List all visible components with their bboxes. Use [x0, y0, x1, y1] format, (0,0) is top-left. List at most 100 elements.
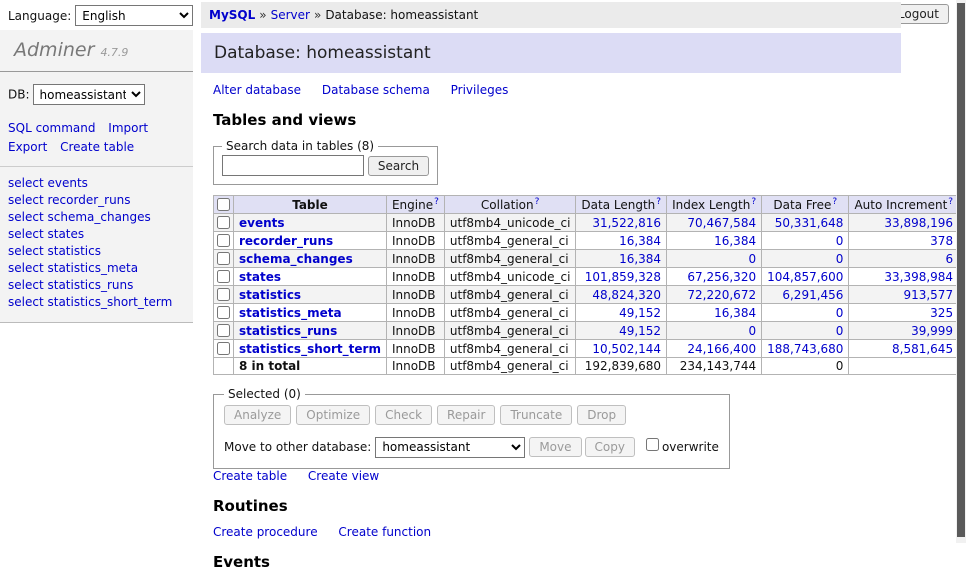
index-length-link[interactable]: 16,384: [714, 234, 756, 248]
create-procedure-link[interactable]: Create procedure: [213, 525, 318, 539]
row-checkbox[interactable]: [217, 342, 230, 355]
row-checkbox[interactable]: [217, 270, 230, 283]
move-button[interactable]: [529, 437, 581, 457]
select-all-checkbox[interactable]: [217, 198, 230, 211]
auto-increment-link[interactable]: 325: [930, 306, 953, 320]
table-name-link[interactable]: statistics_short_term: [239, 342, 381, 356]
select-table-link[interactable]: select: [8, 210, 44, 224]
create-view-link[interactable]: Create view: [308, 469, 379, 483]
sidebar-table-name-link[interactable]: statistics_short_term: [47, 295, 172, 309]
scrollbar-thumb[interactable]: [957, 3, 965, 537]
data-free-link[interactable]: 0: [836, 324, 844, 338]
data-length-link[interactable]: 101,859,328: [585, 270, 661, 284]
auto-increment-link[interactable]: 33,398,984: [884, 270, 953, 284]
column-help-link[interactable]: ?: [535, 197, 540, 207]
analyze-button[interactable]: [224, 405, 291, 425]
data-free-link[interactable]: 104,857,600: [767, 270, 843, 284]
data-free-link[interactable]: 0: [836, 234, 844, 248]
row-checkbox[interactable]: [217, 288, 230, 301]
index-length-link[interactable]: 0: [748, 252, 756, 266]
auto-increment-link[interactable]: 33,898,196: [884, 216, 953, 230]
sidebar-create-table-link[interactable]: Create table: [60, 140, 134, 154]
alter-database-link[interactable]: Alter database: [213, 83, 301, 97]
data-length-link[interactable]: 16,384: [619, 252, 661, 266]
table-name-link[interactable]: events: [239, 216, 285, 230]
row-checkbox[interactable]: [217, 234, 230, 247]
create-function-link[interactable]: Create function: [338, 525, 431, 539]
auto-increment-link[interactable]: 378: [930, 234, 953, 248]
check-button[interactable]: [375, 405, 432, 425]
breadcrumb-mysql-link[interactable]: MySQL: [209, 8, 255, 22]
row-checkbox[interactable]: [217, 324, 230, 337]
column-help-link[interactable]: ?: [832, 197, 837, 207]
index-length-link[interactable]: 0: [748, 324, 756, 338]
index-length-link[interactable]: 67,256,320: [687, 270, 756, 284]
column-help-link[interactable]: ?: [751, 197, 756, 207]
sidebar-table-name-link[interactable]: states: [47, 227, 84, 241]
db-select[interactable]: homeassistant: [33, 84, 145, 105]
data-length-link[interactable]: 31,522,816: [592, 216, 661, 230]
sidebar-table-name-link[interactable]: events: [47, 176, 87, 190]
index-length-link[interactable]: 72,220,672: [687, 288, 756, 302]
data-length-link[interactable]: 49,152: [619, 324, 661, 338]
data-length-link[interactable]: 48,824,320: [592, 288, 661, 302]
table-name-link[interactable]: statistics_runs: [239, 324, 337, 338]
breadcrumb-server-link[interactable]: Server: [271, 8, 310, 22]
column-help-link[interactable]: ?: [434, 197, 439, 207]
privileges-link[interactable]: Privileges: [451, 83, 509, 97]
select-table-link[interactable]: select: [8, 295, 44, 309]
search-button[interactable]: [368, 156, 429, 176]
table-name-link[interactable]: recorder_runs: [239, 234, 333, 248]
export-link[interactable]: Export: [8, 140, 47, 154]
overwrite-checkbox[interactable]: [646, 438, 659, 451]
table-name-link[interactable]: states: [239, 270, 281, 284]
auto-increment-link[interactable]: 8,581,645: [892, 342, 953, 356]
sidebar-table-name-link[interactable]: schema_changes: [47, 210, 150, 224]
select-table-link[interactable]: select: [8, 176, 44, 190]
table-name-link[interactable]: schema_changes: [239, 252, 353, 266]
data-free-link[interactable]: 0: [836, 252, 844, 266]
import-link[interactable]: Import: [108, 121, 148, 135]
language-select[interactable]: English: [75, 5, 193, 26]
table-name-link[interactable]: statistics: [239, 288, 301, 302]
repair-button[interactable]: [437, 405, 495, 425]
row-checkbox[interactable]: [217, 216, 230, 229]
database-schema-link[interactable]: Database schema: [322, 83, 430, 97]
copy-button[interactable]: [585, 437, 635, 457]
data-length-link[interactable]: 10,502,144: [592, 342, 661, 356]
sidebar-table-name-link[interactable]: statistics_meta: [47, 261, 138, 275]
index-length-link[interactable]: 16,384: [714, 306, 756, 320]
select-table-link[interactable]: select: [8, 278, 44, 292]
optimize-button[interactable]: [296, 405, 370, 425]
index-length-link[interactable]: 70,467,584: [687, 216, 756, 230]
column-help-link[interactable]: ?: [656, 197, 661, 207]
select-table-link[interactable]: select: [8, 193, 44, 207]
row-checkbox[interactable]: [217, 306, 230, 319]
search-input[interactable]: [222, 155, 364, 176]
data-free-link[interactable]: 0: [836, 306, 844, 320]
data-free-link[interactable]: 188,743,680: [767, 342, 843, 356]
select-table-link[interactable]: select: [8, 244, 44, 258]
sidebar-table-name-link[interactable]: recorder_runs: [47, 193, 130, 207]
move-db-select[interactable]: homeassistant: [375, 437, 525, 458]
table-name-link[interactable]: statistics_meta: [239, 306, 342, 320]
select-table-link[interactable]: select: [8, 261, 44, 275]
data-free-link[interactable]: 50,331,648: [775, 216, 844, 230]
sidebar-table-name-link[interactable]: statistics_runs: [47, 278, 133, 292]
data-length-link[interactable]: 49,152: [619, 306, 661, 320]
data-free-link[interactable]: 6,291,456: [782, 288, 843, 302]
scrollbar[interactable]: [956, 0, 966, 543]
auto-increment-link[interactable]: 6: [945, 252, 953, 266]
index-length-link[interactable]: 24,166,400: [687, 342, 756, 356]
data-length-link[interactable]: 16,384: [619, 234, 661, 248]
row-checkbox[interactable]: [217, 252, 230, 265]
truncate-button[interactable]: [500, 405, 572, 425]
auto-increment-link[interactable]: 913,577: [903, 288, 953, 302]
sidebar-table-name-link[interactable]: statistics: [47, 244, 101, 258]
column-help-link[interactable]: ?: [948, 197, 953, 207]
auto-increment-link[interactable]: 39,999: [911, 324, 953, 338]
sql-command-link[interactable]: SQL command: [8, 121, 95, 135]
drop-button[interactable]: [577, 405, 626, 425]
create-table-link[interactable]: Create table: [213, 469, 287, 483]
select-table-link[interactable]: select: [8, 227, 44, 241]
